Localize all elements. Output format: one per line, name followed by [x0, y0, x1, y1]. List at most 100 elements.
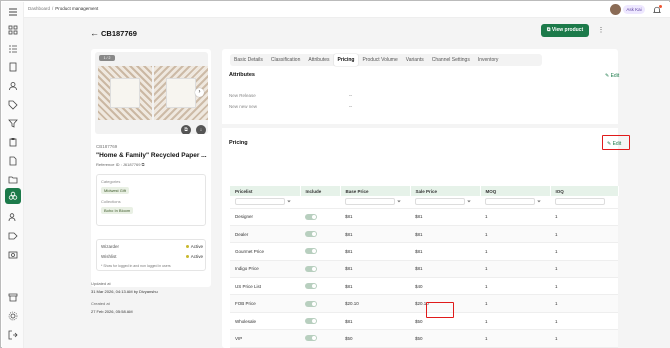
ask-kai-button[interactable]: Ask Kai	[623, 5, 645, 14]
table-row: Gourmet Price $81 $81 1 1	[230, 242, 618, 261]
file-icon[interactable]	[7, 155, 19, 167]
logout-icon[interactable]	[7, 329, 19, 341]
tags-box: Categories Midwest Gift Collections Boho…	[96, 174, 206, 226]
filter-icon[interactable]: ⏷	[467, 199, 471, 205]
folder-icon[interactable]	[7, 173, 19, 185]
updated-value: 31 Mar 2026, 04:13 AM by Divyanshu	[91, 289, 158, 294]
include-toggle[interactable]	[305, 335, 317, 342]
store-icon[interactable]	[7, 291, 19, 303]
tab-variants[interactable]: Variants	[402, 54, 428, 66]
filter-icon[interactable]: ⏷	[287, 199, 291, 205]
view-product-button[interactable]: ⧉ View product	[541, 24, 589, 37]
tab-basic-details[interactable]: Basic Details	[230, 54, 267, 66]
base-price-cell: $81	[340, 312, 410, 331]
tab-bar: Basic Details Classification Attributes …	[230, 54, 542, 66]
more-options-icon[interactable]: ⋮	[595, 24, 607, 37]
filter-input[interactable]	[345, 198, 395, 206]
pricing-title: Pricing	[229, 140, 248, 146]
filter-input[interactable]	[415, 198, 465, 206]
moq-cell: 1	[480, 260, 550, 279]
ioq-cell: 1	[550, 242, 618, 261]
product-image[interactable]	[98, 66, 152, 120]
dashboard-icon[interactable]	[7, 24, 19, 36]
base-price-cell: $20.10	[340, 294, 410, 313]
filter-icon[interactable]: ⏷	[397, 199, 401, 205]
breadcrumb-root[interactable]: Dashboard	[28, 6, 50, 11]
download-icon[interactable]: ↓	[196, 125, 206, 134]
filter-input[interactable]	[555, 198, 605, 206]
tab-inventory[interactable]: Inventory	[474, 54, 503, 66]
include-toggle[interactable]	[305, 318, 317, 325]
back-arrow-icon[interactable]: ←	[90, 28, 99, 38]
moq-cell: 1	[480, 277, 550, 296]
ioq-cell: 1	[550, 329, 618, 348]
table-row: Wholesale $81 $50 1 1	[230, 312, 618, 331]
column-header: MOQ	[480, 186, 551, 196]
ioq-cell: 1	[550, 294, 618, 313]
include-toggle[interactable]	[305, 300, 317, 307]
table-row: VIP $50 $50 1 1	[230, 329, 618, 348]
products-icon[interactable]	[5, 188, 21, 204]
menu-icon[interactable]	[7, 6, 19, 18]
tab-product-volume[interactable]: Product Volume	[358, 54, 401, 66]
status-badge: Active	[185, 254, 203, 259]
moq-cell: 1	[480, 329, 550, 348]
attributes-edit-button[interactable]: ✎ Edit	[605, 73, 619, 79]
copy-icon[interactable]: ⧉	[142, 162, 145, 167]
pricelist-cell: Indigo Price	[230, 260, 300, 279]
tag-icon[interactable]	[7, 99, 19, 111]
section-divider	[222, 124, 618, 128]
include-toggle[interactable]	[305, 231, 317, 238]
document-icon[interactable]	[7, 61, 19, 73]
clipboard-icon[interactable]	[7, 136, 19, 148]
tab-attributes[interactable]: Attributes	[304, 54, 333, 66]
reference-id: Reference ID : J6187769 ⧉	[96, 162, 145, 167]
sale-price-cell: $81	[410, 260, 480, 279]
filter-row: ⏷ ⏷ ⏷ ⏷	[230, 196, 618, 209]
pricing-table: Pricelist Include Base Price Sale Price …	[230, 186, 619, 348]
user-icon[interactable]	[7, 80, 19, 92]
users-icon[interactable]	[7, 211, 19, 223]
include-toggle[interactable]	[305, 265, 317, 272]
include-toggle[interactable]	[305, 248, 317, 255]
updated-label: Updated at	[91, 281, 111, 286]
edit-highlight-box	[602, 135, 630, 150]
attribute-row: New Release --	[229, 93, 352, 98]
table-row: Designer $81 $81 1 1	[230, 208, 618, 226]
filter-icon[interactable]	[7, 117, 19, 129]
include-toggle[interactable]	[305, 283, 317, 290]
visibility-note: * Show for logged in and non logged in u…	[101, 264, 171, 268]
filter-input[interactable]	[485, 198, 535, 206]
table-row: US Price List $81 $40 1 1	[230, 277, 618, 296]
sale-price-highlight-box	[426, 302, 454, 318]
list-icon[interactable]	[7, 43, 19, 55]
settings-icon[interactable]	[7, 310, 19, 322]
camera-icon[interactable]	[7, 248, 19, 260]
top-bar: Dashboard/Product management Ask Kai D ⌄	[24, 2, 670, 18]
collections-label: Collections	[101, 199, 121, 204]
base-price-cell: $81	[340, 225, 410, 244]
moq-cell: 1	[480, 294, 550, 313]
include-toggle[interactable]	[305, 213, 317, 220]
sale-price-cell: $81	[410, 225, 480, 244]
pricelist-cell: FOB Price	[230, 294, 300, 313]
moq-cell: 1	[480, 312, 550, 331]
product-image-gallery: 1 / 2 › ⧉ ↓	[95, 52, 208, 134]
visibility-label: Wishlist	[101, 254, 117, 259]
ioq-cell: 1	[550, 312, 618, 331]
ioq-cell: 1	[550, 260, 618, 279]
filter-icon[interactable]: ⏷	[537, 199, 541, 205]
label-icon[interactable]	[7, 230, 19, 242]
chevron-right-icon[interactable]: ›	[195, 88, 204, 97]
copy-icon[interactable]: ⧉	[181, 125, 191, 134]
filter-input[interactable]	[235, 198, 285, 206]
visibility-box: Wizarder Active Wishlist Active * Show f…	[96, 239, 206, 271]
main-content: ← CB187769 ⧉ View product ⋮ 1 / 2 › ⧉ ↓ …	[24, 18, 670, 348]
visibility-row: Wishlist Active	[101, 254, 203, 259]
column-header: Pricelist	[230, 186, 301, 196]
avatar[interactable]	[610, 4, 621, 15]
column-header: Include	[300, 186, 341, 196]
tab-pricing[interactable]: Pricing	[333, 54, 359, 66]
tab-channel-settings[interactable]: Channel Settings	[428, 54, 474, 66]
tab-classification[interactable]: Classification	[267, 54, 304, 66]
